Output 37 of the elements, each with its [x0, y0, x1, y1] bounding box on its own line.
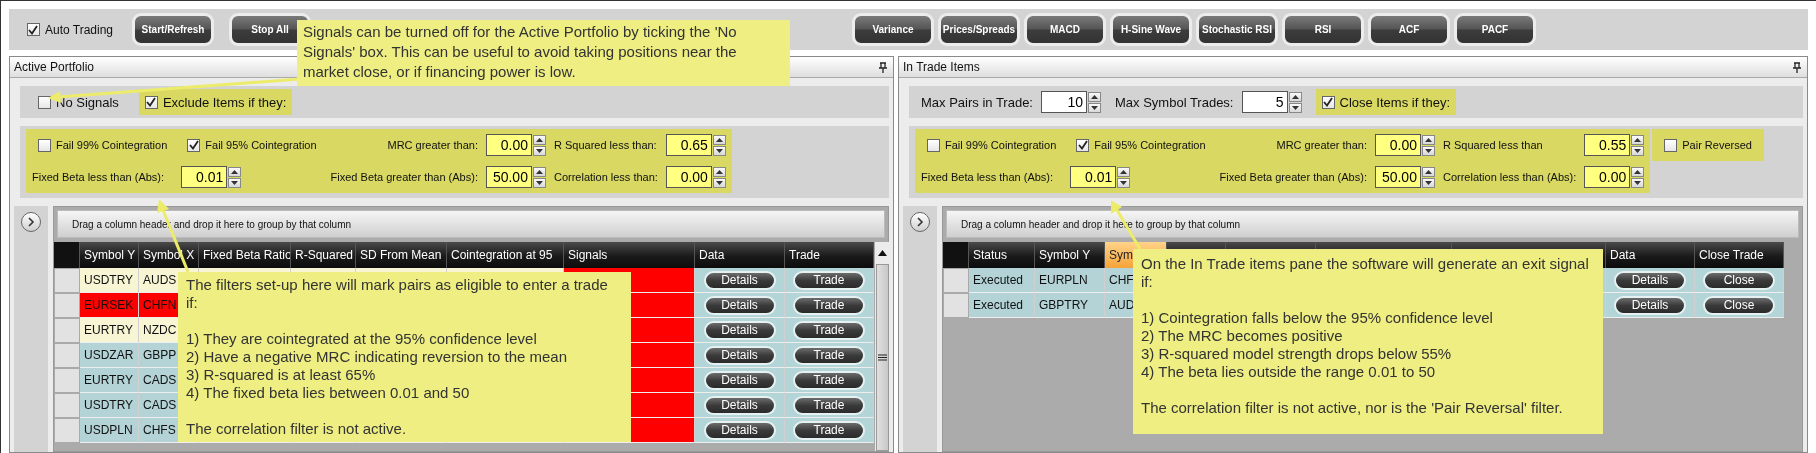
callout-text: 4) The beta lies outside the range 0.01 to 50: [1141, 363, 1437, 381]
table-cell: GBPTRY: [1035, 293, 1105, 318]
field-label: R Squared less than:: [553, 139, 658, 151]
checkbox-label: Close Items if they:: [1339, 94, 1451, 110]
field-label: R Squared less than: [1442, 139, 1544, 151]
callout-text: 3) R-squared model strength drops below 55%: [1141, 345, 1453, 363]
field-label: Fixed Beta greater than (Abs):: [1219, 171, 1367, 183]
checkbox-label: Fail 95% Cointegration: [1094, 139, 1206, 151]
checkbox-label: Auto Trading: [44, 22, 113, 37]
checkbox-label: Fail 99% Cointegration: [56, 139, 168, 151]
callout-text: 2) The MRC becomes positive: [1141, 327, 1344, 345]
panel-title: Active Portfolio: [14, 60, 95, 74]
checkbox-label: Exclude Items if they:: [162, 94, 287, 110]
table-cell: Executed: [969, 268, 1035, 293]
table-cell: EURTRY: [80, 368, 139, 393]
field-label: Max Pairs in Trade:: [921, 94, 1033, 110]
table-cell: USDTRY: [80, 268, 139, 293]
callout-text: The correlation filter is not active, nor is the 'Pair Reversal' filter.: [1141, 399, 1564, 417]
field-label: Fixed Beta less than (Abs):: [921, 171, 1055, 183]
table-cell: EURSEK: [80, 293, 139, 318]
field-label: Max Symbol Trades:: [1115, 94, 1234, 110]
table-cell: EURTRY: [80, 318, 139, 343]
panel-title: In Trade Items: [903, 60, 980, 74]
field-label: MRC greater than:: [1276, 139, 1367, 151]
checkbox-label: Pair Reversed: [1682, 139, 1752, 151]
field-label: Fixed Beta greater than (Abs):: [330, 171, 478, 183]
checkbox-label: Fail 95% Cointegration: [205, 139, 317, 151]
table-cell: USDPLN: [80, 418, 139, 443]
field-label: Fixed Beta less than (Abs):: [32, 171, 166, 183]
table-cell: USDTRY: [80, 393, 139, 418]
table-cell: USDZAR: [80, 343, 139, 368]
table-cell: Executed: [969, 293, 1035, 318]
field-label: Correlation less than:: [553, 171, 658, 183]
field-label: MRC greater than:: [387, 139, 478, 151]
table-cell: EURPLN: [1035, 268, 1105, 293]
field-label: Correlation less than (Abs):: [1442, 171, 1577, 183]
checkbox-label: Fail 99% Cointegration: [945, 139, 1057, 151]
